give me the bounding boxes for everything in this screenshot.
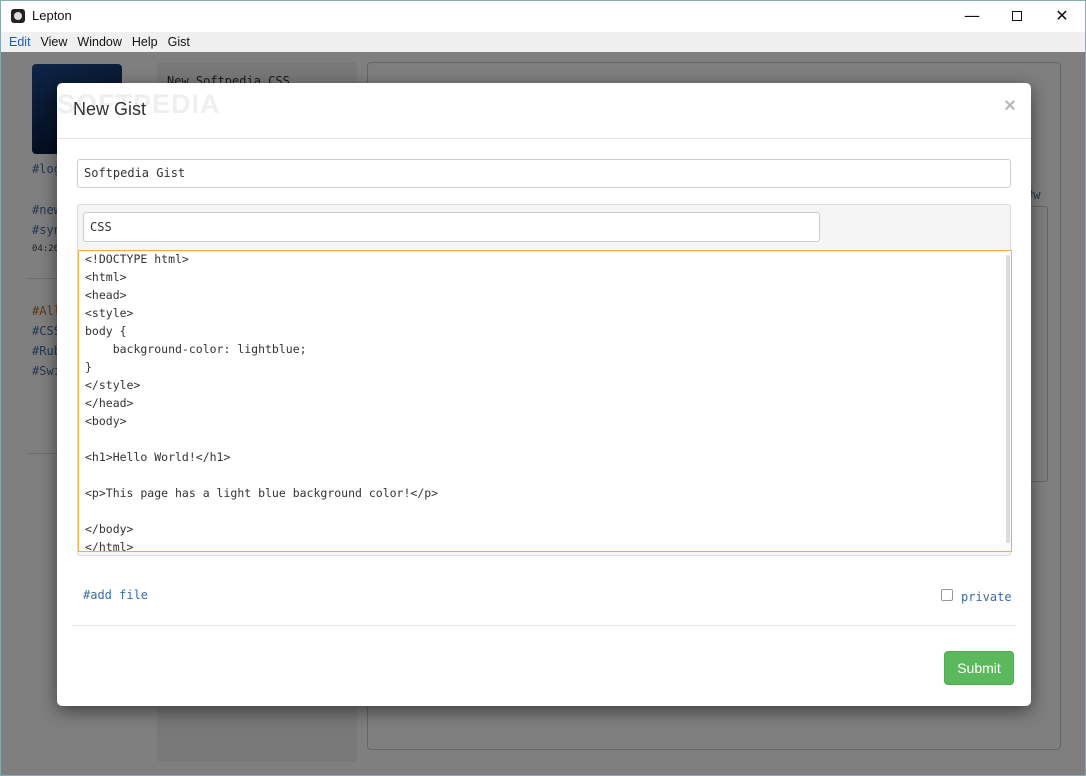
modal-close-icon[interactable]: × [1001,95,1019,117]
code-line: </head> [85,396,134,410]
menu-bar: Edit View Window Help Gist [1,32,1085,52]
modal-title: New Gist [73,99,147,119]
minimize-button[interactable]: — [949,1,995,32]
menu-view[interactable]: View [36,32,73,52]
modal-header: SOFTPEDIA New Gist × [57,83,1031,139]
private-label[interactable]: private [961,590,1012,604]
menu-gist[interactable]: Gist [163,32,195,52]
add-file-link[interactable]: #add file [83,588,148,602]
code-line: background-color: lightblue; [85,342,307,356]
menu-help[interactable]: Help [127,32,163,52]
code-line: <!DOCTYPE html> [85,252,189,266]
code-line: </style> [85,378,141,392]
code-line: </body> [85,522,134,536]
code-line: <html> [85,270,127,284]
menu-window[interactable]: Window [72,32,126,52]
menu-edit[interactable]: Edit [4,32,36,52]
window-title: Lepton [32,8,72,23]
private-checkbox[interactable] [941,589,953,601]
maximize-button[interactable] [994,1,1040,32]
app-icon [11,9,25,23]
code-line: <h1>Hello World!</h1> [85,450,231,464]
code-textarea[interactable]: <!DOCTYPE html> <html> <head> <style> body {… [78,250,1012,552]
gist-description-input[interactable]: Softpedia Gist [77,159,1011,188]
code-line: } [85,360,92,374]
code-line: <head> [85,288,127,302]
code-content: <!DOCTYPE html> <html> <head> <style> body {… [85,251,995,552]
code-scrollbar[interactable] [1006,255,1010,543]
maximize-icon [1012,11,1022,21]
close-icon: ✕ [1055,6,1069,25]
app-window: Lepton — ✕ Edit View Window Help Gist #l… [0,0,1086,776]
close-window-button[interactable]: ✕ [1039,1,1085,32]
minimize-icon: — [964,6,980,25]
submit-button[interactable]: Submit [944,651,1014,685]
code-line: <style> [85,306,134,320]
code-line: body { [85,324,127,338]
title-bar: Lepton — ✕ [1,1,1085,32]
code-line: </html> [85,540,134,552]
footer-divider [72,625,1016,626]
new-gist-dialog: SOFTPEDIA New Gist × Softpedia Gist CSS … [57,83,1031,706]
file-editor: CSS <!DOCTYPE html> <html> <head> <style> bo… [77,204,1012,556]
code-line: <body> [85,414,127,428]
code-line: <p>This page has a light blue background… [85,486,439,500]
file-name-input[interactable]: CSS [83,212,820,242]
